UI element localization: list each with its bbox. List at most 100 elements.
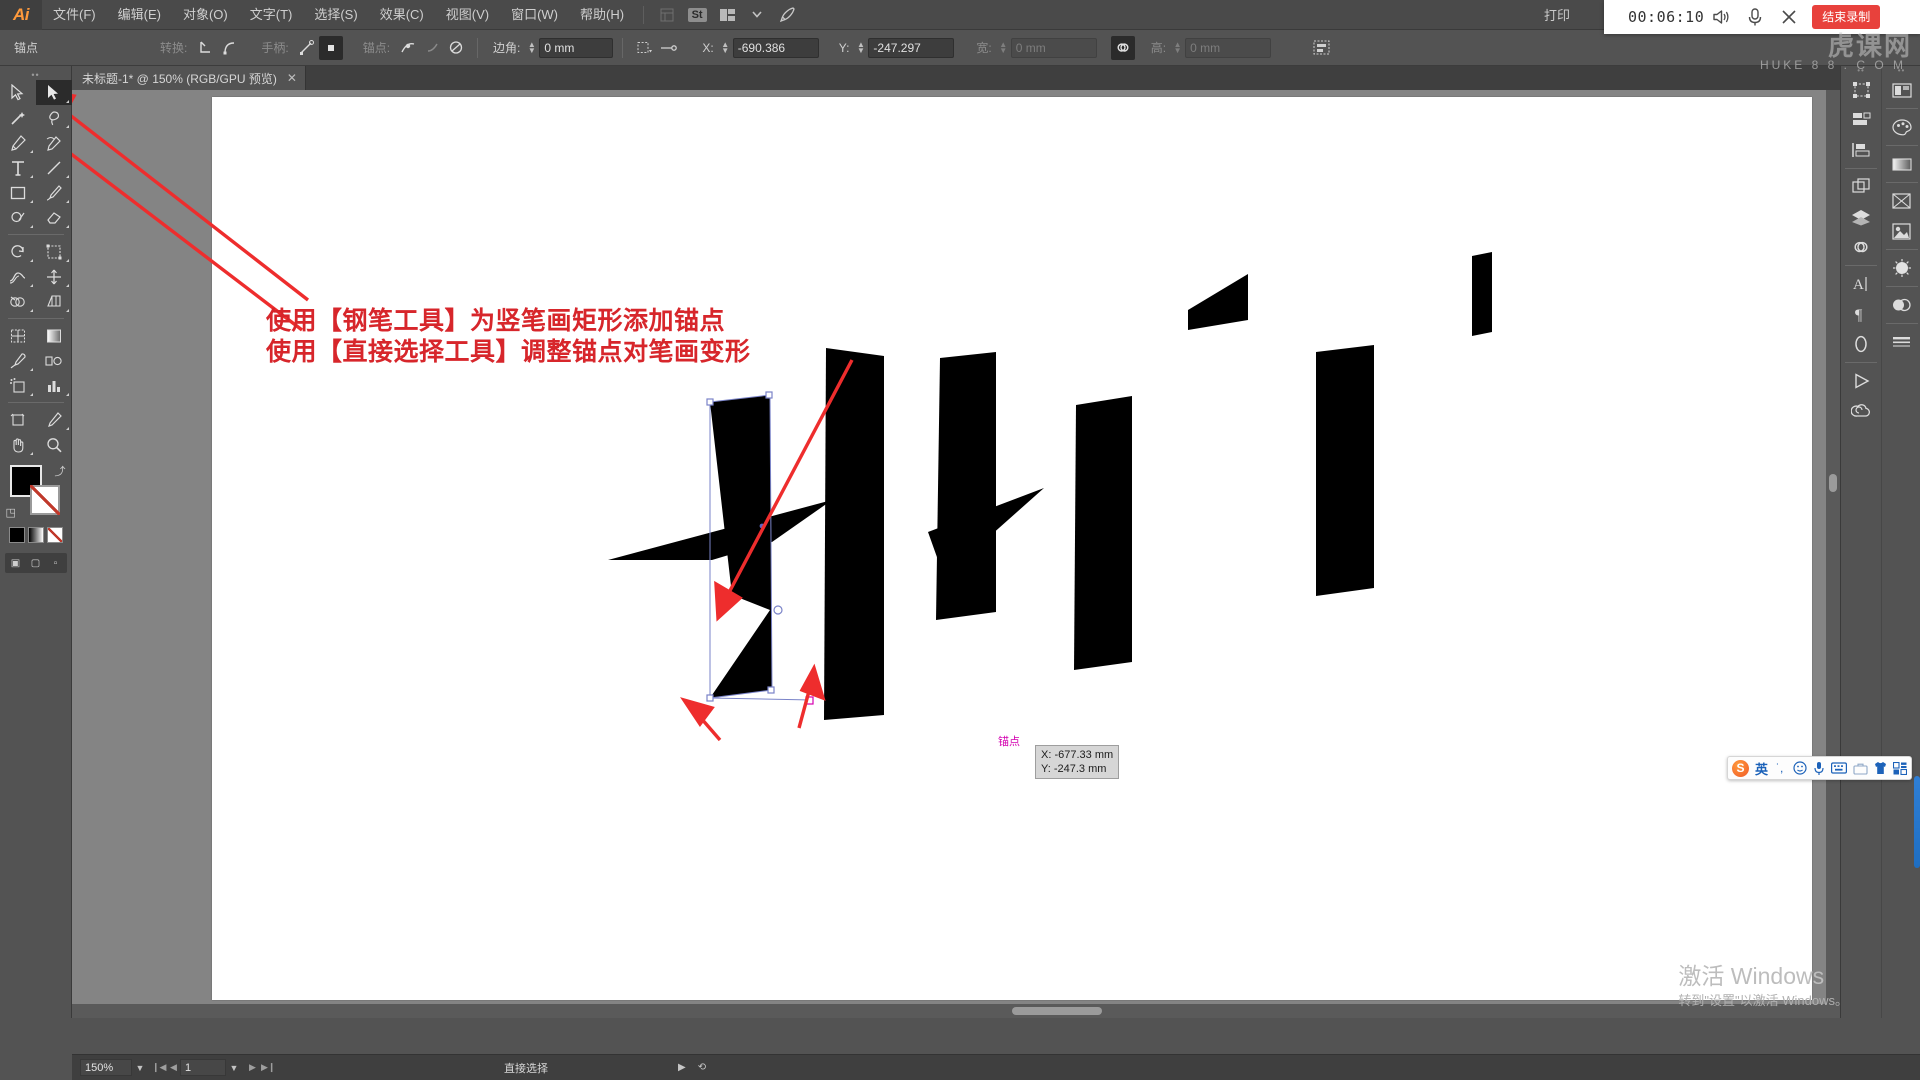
color-panel-icon[interactable] bbox=[1882, 112, 1920, 142]
hide-handles-icon[interactable] bbox=[318, 35, 343, 60]
zoom-level-input[interactable]: 150% bbox=[80, 1059, 132, 1076]
loop-icon[interactable]: ⟲ bbox=[698, 1062, 706, 1073]
artboard-tool-icon[interactable] bbox=[0, 407, 36, 432]
width-tool-icon[interactable] bbox=[0, 264, 36, 289]
artwork-layer[interactable] bbox=[72, 90, 1840, 1018]
character-panel-icon[interactable]: A bbox=[1841, 269, 1881, 299]
emoji-icon[interactable] bbox=[1793, 759, 1807, 777]
stock-icon[interactable]: St bbox=[684, 4, 710, 26]
slice-tool-icon[interactable] bbox=[36, 407, 72, 432]
direct-selection-tool-icon[interactable] bbox=[35, 80, 72, 105]
transform-panel-icon[interactable] bbox=[1841, 75, 1881, 105]
menu-effect[interactable]: 效果(C) bbox=[369, 0, 435, 30]
soft-keyboard-icon[interactable] bbox=[1831, 759, 1847, 777]
menu-edit[interactable]: 编辑(E) bbox=[107, 0, 172, 30]
rectangle-tool-icon[interactable] bbox=[0, 180, 36, 205]
connect-anchors-icon[interactable] bbox=[420, 36, 444, 60]
transparency-panel-icon[interactable] bbox=[1882, 290, 1920, 320]
tool-flyout-corner[interactable] bbox=[65, 175, 69, 178]
zoom-tool-icon[interactable] bbox=[36, 432, 72, 457]
tool-flyout-corner[interactable] bbox=[65, 393, 69, 396]
tool-flyout-corner[interactable] bbox=[65, 100, 69, 103]
x-stepper[interactable]: ▲ ▼ bbox=[720, 40, 731, 54]
hand-tool-icon[interactable] bbox=[0, 432, 36, 457]
speaker-icon[interactable] bbox=[1704, 0, 1738, 34]
prev-page-icon[interactable]: ◀ bbox=[167, 1062, 180, 1073]
gradient-mode-icon[interactable] bbox=[27, 527, 44, 543]
canvas-area[interactable]: 使用【钢笔工具】为竖笔画矩形添加锚点 使用【直接选择工具】调整锚点对笔画变形 锚… bbox=[72, 90, 1840, 1018]
toolbox-icon[interactable] bbox=[1853, 759, 1868, 777]
free-transform-tool-icon[interactable] bbox=[36, 264, 72, 289]
height-stepper[interactable]: ▲ ▼ bbox=[1172, 40, 1183, 54]
shaper-tool-icon[interactable] bbox=[0, 205, 36, 230]
tool-flyout-corner[interactable] bbox=[29, 368, 33, 371]
artboard-number-input[interactable]: 1 bbox=[180, 1059, 226, 1076]
panel-grip[interactable]: •• bbox=[31, 70, 39, 80]
corner-stepper[interactable]: ▲ ▼ bbox=[526, 40, 537, 54]
tool-flyout-corner[interactable] bbox=[29, 225, 33, 228]
scale-tool-icon[interactable] bbox=[36, 239, 72, 264]
none-mode-icon[interactable] bbox=[46, 527, 63, 543]
arrange-documents-icon[interactable] bbox=[714, 4, 740, 26]
layers-group-icon[interactable] bbox=[1841, 172, 1881, 202]
symbol-sprayer-tool-icon[interactable] bbox=[0, 373, 36, 398]
first-page-icon[interactable]: ❙◀ bbox=[152, 1062, 166, 1073]
default-fill-stroke-icon[interactable]: ◳ bbox=[6, 506, 16, 519]
close-icon[interactable]: ✕ bbox=[287, 71, 297, 85]
current-tool-label[interactable]: 直接选择 bbox=[504, 1060, 548, 1076]
corner-radius-input[interactable]: 0 mm bbox=[539, 37, 614, 58]
column-graph-tool-icon[interactable] bbox=[36, 373, 72, 398]
curvature-tool-icon[interactable] bbox=[36, 130, 72, 155]
color-mode-icon[interactable] bbox=[8, 527, 25, 543]
tool-flyout-corner[interactable] bbox=[29, 452, 33, 455]
next-page-icon[interactable]: ▶ bbox=[246, 1062, 259, 1073]
appearance-panel-icon[interactable] bbox=[1882, 253, 1920, 283]
menu-help[interactable]: 帮助(H) bbox=[569, 0, 635, 30]
last-page-icon[interactable]: ▶❙ bbox=[261, 1062, 275, 1073]
voice-input-icon[interactable] bbox=[1813, 759, 1825, 777]
remove-anchor-icon[interactable] bbox=[396, 36, 420, 60]
bridge-icon[interactable] bbox=[654, 4, 680, 26]
selection-tool-icon[interactable] bbox=[0, 80, 36, 105]
pen-tool-icon[interactable] bbox=[0, 130, 36, 155]
tool-flyout-corner[interactable] bbox=[29, 150, 33, 153]
convert-to-smooth-icon[interactable] bbox=[217, 36, 241, 60]
paragraph-panel-icon[interactable]: ¶ bbox=[1841, 299, 1881, 329]
canvas-horizontal-scrollbar[interactable] bbox=[72, 1004, 1840, 1018]
blend-tool-icon[interactable] bbox=[36, 348, 72, 373]
mesh-tool-icon[interactable] bbox=[0, 323, 36, 348]
menu-view[interactable]: 视图(V) bbox=[435, 0, 500, 30]
artboards-panel-icon[interactable] bbox=[1882, 75, 1920, 105]
tool-flyout-corner[interactable] bbox=[65, 125, 69, 128]
magic-wand-tool-icon[interactable] bbox=[0, 105, 36, 130]
chevron-down-icon[interactable] bbox=[744, 4, 770, 26]
tool-flyout-corner[interactable] bbox=[29, 175, 33, 178]
lock-aspect-ratio-icon[interactable] bbox=[1110, 35, 1135, 60]
lasso-tool-icon[interactable] bbox=[36, 105, 72, 130]
skin-icon[interactable] bbox=[1874, 759, 1887, 777]
tool-flyout-corner[interactable] bbox=[65, 427, 69, 430]
microphone-icon[interactable] bbox=[1738, 0, 1772, 34]
isolate-object-icon[interactable] bbox=[656, 36, 680, 60]
tool-flyout-corner[interactable] bbox=[29, 200, 33, 203]
actions-panel-icon[interactable] bbox=[1841, 366, 1881, 396]
tool-flyout-corner[interactable] bbox=[65, 200, 69, 203]
tool-flyout-corner[interactable] bbox=[65, 309, 69, 312]
zoom-dropdown-chevron-down-icon[interactable]: ▼ bbox=[132, 1063, 148, 1073]
canvas-vertical-scrollbar[interactable] bbox=[1826, 90, 1840, 1018]
punctuation-icon[interactable]: ˙, bbox=[1774, 759, 1787, 777]
opacity-panel-icon[interactable] bbox=[1841, 329, 1881, 359]
y-stepper[interactable]: ▲ ▼ bbox=[855, 40, 866, 54]
tool-flyout-corner[interactable] bbox=[65, 284, 69, 287]
type-tool-icon[interactable] bbox=[0, 155, 36, 180]
tool-flyout-corner[interactable] bbox=[29, 284, 33, 287]
line-segment-tool-icon[interactable] bbox=[36, 155, 72, 180]
stroke-panel-icon[interactable] bbox=[1882, 327, 1920, 357]
cut-path-icon[interactable] bbox=[444, 36, 468, 60]
more-icon[interactable] bbox=[1893, 759, 1907, 777]
pathfinder-panel-icon[interactable] bbox=[1841, 135, 1881, 165]
gradient-tool-icon[interactable] bbox=[36, 323, 72, 348]
links-panel-icon[interactable] bbox=[1841, 232, 1881, 262]
eyedropper-tool-icon[interactable] bbox=[0, 348, 36, 373]
document-tab[interactable]: 未标题-1* @ 150% (RGB/GPU 预览) ✕ bbox=[72, 66, 306, 90]
